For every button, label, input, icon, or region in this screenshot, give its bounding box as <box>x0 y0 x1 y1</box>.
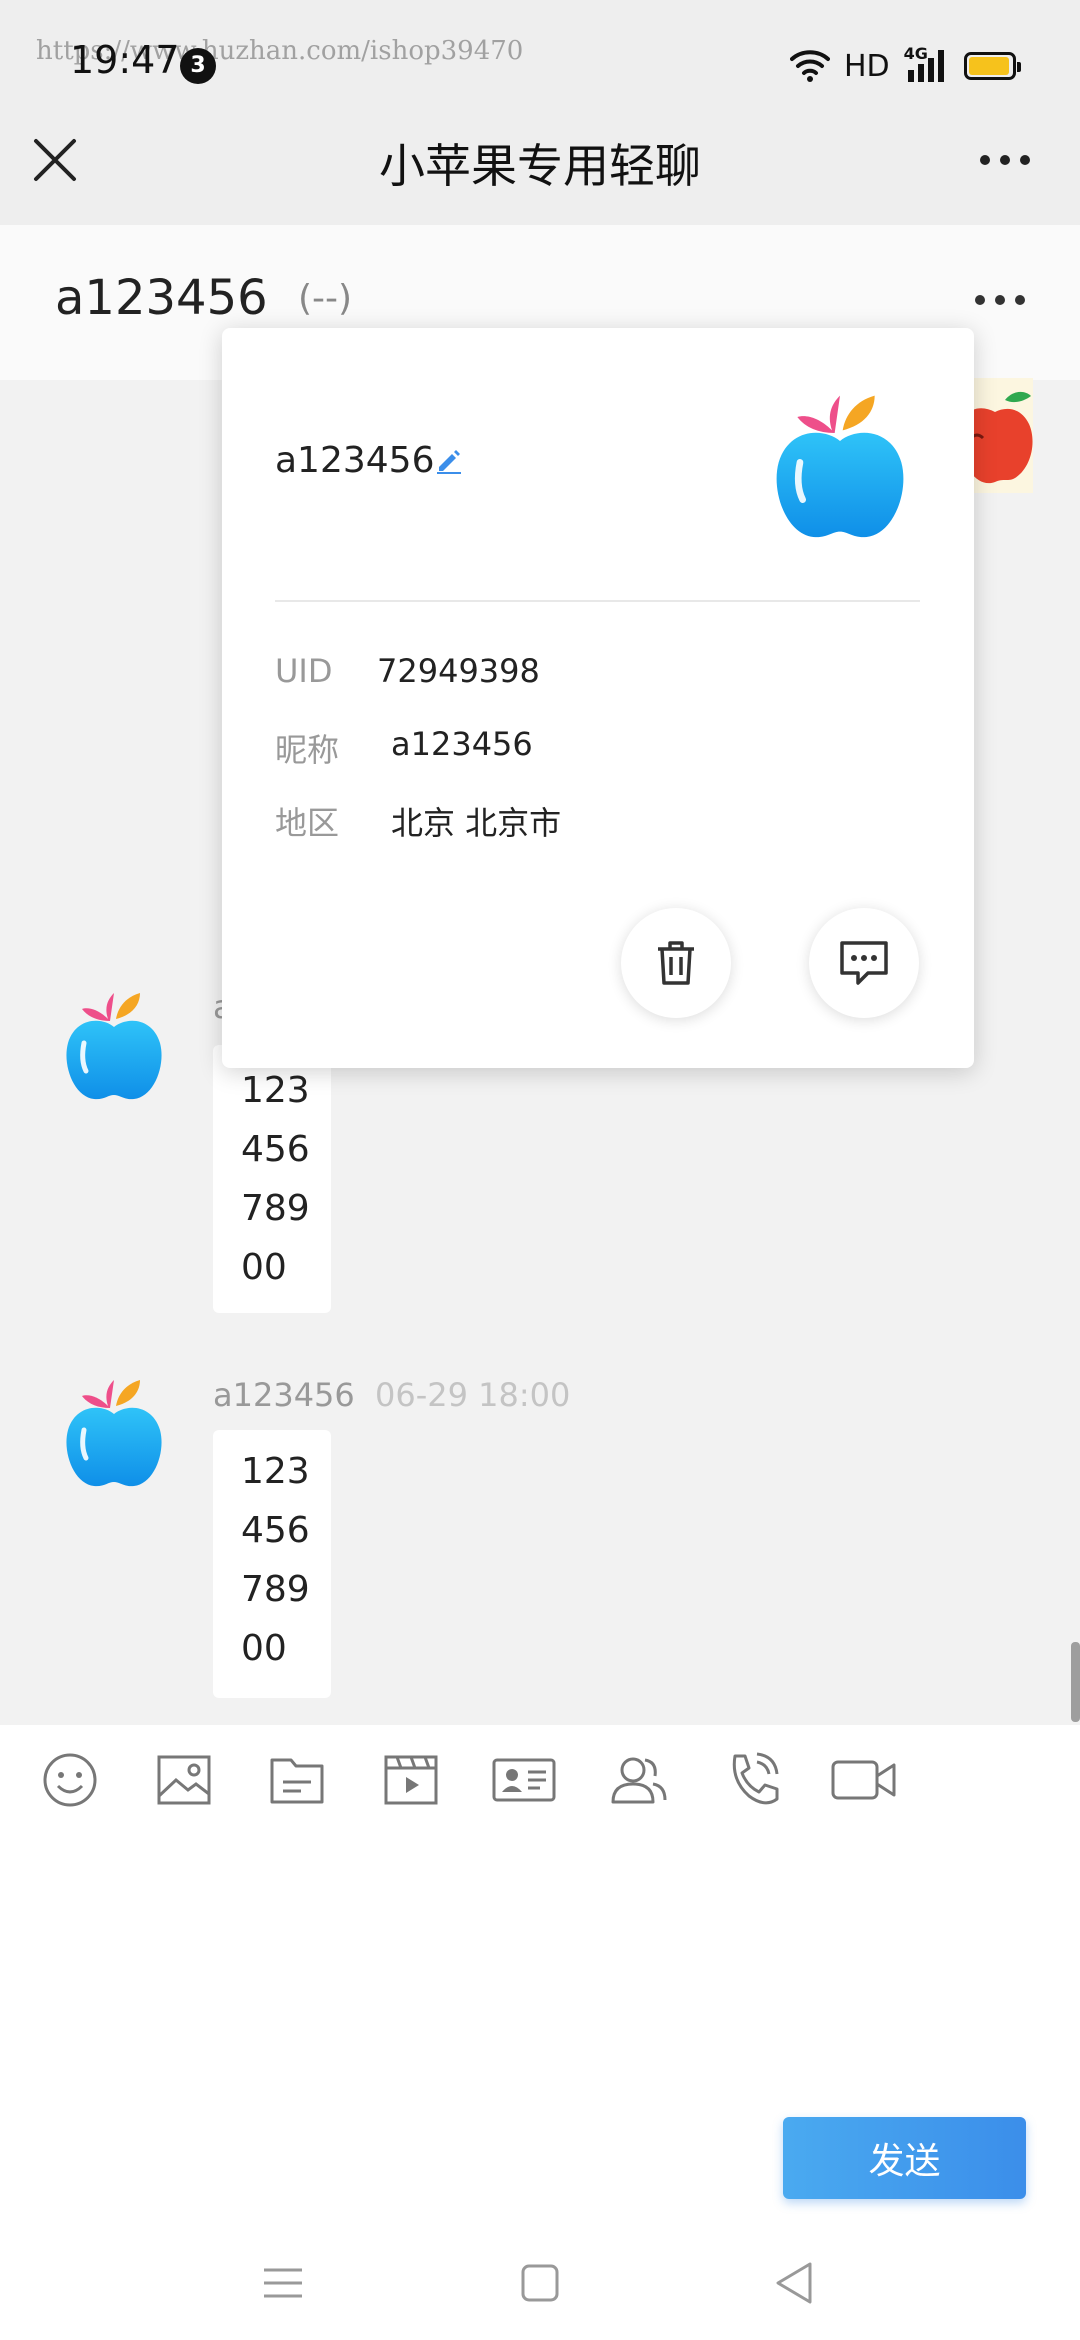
more-menu-icon[interactable] <box>975 140 1035 180</box>
wifi-icon <box>790 50 830 82</box>
battery-icon <box>963 52 1021 80</box>
message-time: 06-29 18:00 <box>375 1376 571 1414</box>
message-line: 123 <box>241 1451 310 1492</box>
back-nav-icon[interactable] <box>770 2258 820 2308</box>
phone-call-icon[interactable] <box>725 1752 781 1808</box>
nickname-label: 昵称 <box>275 731 340 769</box>
group-icon[interactable] <box>609 1752 669 1808</box>
nickname-value: a123456 <box>391 725 533 763</box>
status-indicators: HD 4G <box>790 44 1021 86</box>
message-line: 789 <box>241 1569 310 1610</box>
signal-icon: 4G <box>904 44 950 84</box>
uid-value: 72949398 <box>377 652 540 690</box>
menu-nav-icon[interactable] <box>258 2258 308 2308</box>
folder-icon[interactable] <box>269 1752 325 1808</box>
image-icon[interactable] <box>156 1752 212 1808</box>
region-value: 北京 北京市 <box>391 804 562 842</box>
region-label: 地区 <box>275 804 340 842</box>
avatar[interactable] <box>54 985 174 1105</box>
chat-more-icon[interactable] <box>970 285 1030 315</box>
message-sender: a123456 <box>213 1376 355 1414</box>
profile-avatar <box>760 380 920 550</box>
close-icon[interactable] <box>30 135 80 185</box>
scrollbar[interactable] <box>1071 1642 1080 1722</box>
message-line: 00 <box>241 1247 287 1288</box>
message-line: 00 <box>241 1628 287 1669</box>
app-title: 小苹果专用轻聊 <box>379 139 701 193</box>
video-call-icon[interactable] <box>830 1752 898 1808</box>
trash-icon <box>658 941 694 985</box>
send-button[interactable]: 发送 <box>783 2117 1026 2199</box>
avatar[interactable] <box>54 1372 174 1492</box>
status-time: 19:47 <box>70 38 180 82</box>
divider <box>275 600 920 602</box>
chat-name[interactable]: a123456 <box>55 270 268 326</box>
video-file-icon[interactable] <box>383 1752 439 1808</box>
notification-badge: 3 <box>180 48 216 84</box>
message-line: 456 <box>241 1510 310 1551</box>
emoji-icon[interactable] <box>42 1752 98 1808</box>
send-message-button[interactable] <box>809 908 919 1018</box>
delete-button[interactable] <box>621 908 731 1018</box>
network-type: HD <box>844 48 890 84</box>
home-nav-icon[interactable] <box>515 2258 565 2308</box>
contact-card-icon[interactable] <box>492 1752 556 1808</box>
message-line: 456 <box>241 1129 310 1170</box>
profile-name: a123456 <box>275 440 435 481</box>
message-icon <box>840 941 888 985</box>
message-line: 123 <box>241 1070 310 1111</box>
chat-status: (--) <box>298 278 353 319</box>
edit-icon[interactable] <box>435 447 463 475</box>
message-bubble[interactable]: 123 456 789 00 <box>213 1045 331 1313</box>
uid-label: UID <box>275 652 333 690</box>
message-line: 789 <box>241 1188 310 1229</box>
message-bubble[interactable]: 123 456 789 00 <box>213 1430 331 1698</box>
